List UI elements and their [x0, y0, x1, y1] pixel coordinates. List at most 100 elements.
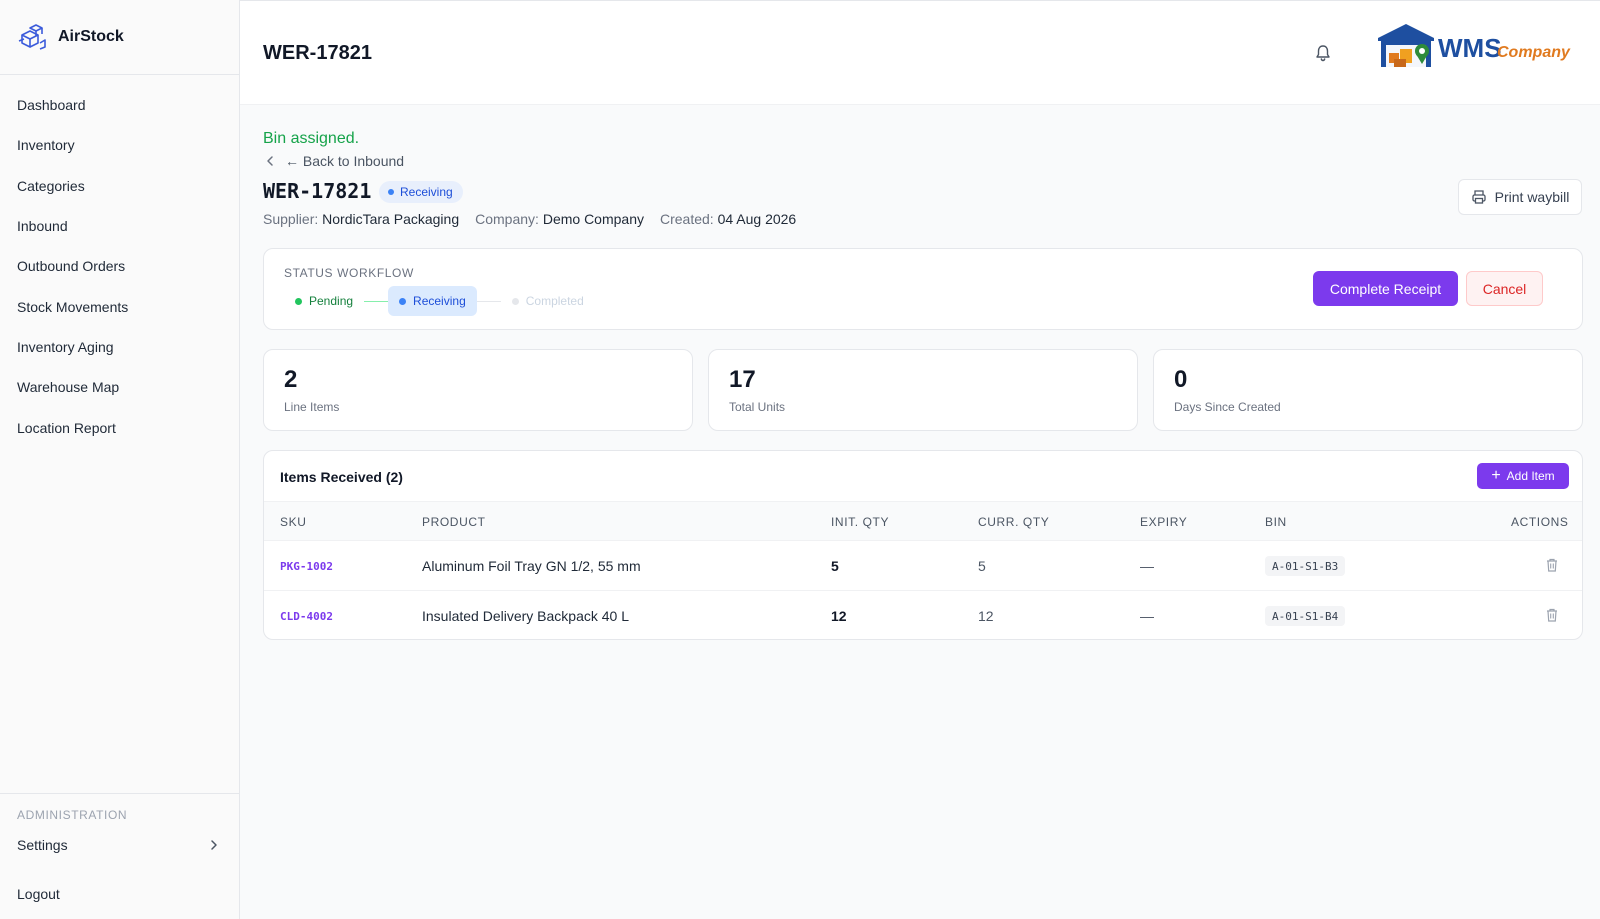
- column-header-init-qty: INIT. QTY: [831, 515, 890, 529]
- chevron-right-icon: [211, 840, 217, 850]
- page-title: WER-17821: [263, 42, 372, 64]
- init-qty: 12: [831, 608, 847, 624]
- company-logo: WMS Company: [1376, 21, 1576, 71]
- logo-wms-text: WMS: [1438, 33, 1502, 63]
- column-header-sku: SKU: [280, 515, 307, 529]
- column-header-bin: BIN: [1265, 515, 1287, 529]
- sidebar-item-inventory[interactable]: Inventory: [0, 125, 239, 165]
- created-label: Created:: [659, 211, 714, 227]
- status-workflow-card: STATUS WORKFLOW Pending Receiving Comple…: [263, 248, 1583, 330]
- plus-icon: +: [1491, 467, 1501, 484]
- sidebar-item-inbound[interactable]: Inbound: [0, 206, 239, 246]
- workflow-connector: [476, 300, 501, 302]
- stat-value: 0: [1174, 366, 1188, 393]
- items-received-card: Items Received (2) + Add Item SKU PRODUC…: [263, 450, 1583, 640]
- admin-label: ADMINISTRATION: [17, 808, 128, 822]
- step-label: Pending: [309, 294, 354, 308]
- complete-receipt-button[interactable]: Complete Receipt: [1313, 271, 1458, 306]
- step-label: Receiving: [413, 294, 466, 308]
- stat-value: 17: [729, 366, 756, 393]
- curr-qty: 12: [978, 608, 994, 624]
- step-dot: [295, 297, 302, 305]
- bell-icon[interactable]: [1313, 43, 1333, 63]
- bin-chip: A-01-S1-B3: [1265, 556, 1346, 576]
- company-label: Company:: [475, 211, 539, 227]
- product-name: Insulated Delivery Backpack 40 L: [422, 608, 629, 624]
- sidebar-item-warehouse-map[interactable]: Warehouse Map: [0, 367, 239, 407]
- created-value: 04 Aug 2026: [717, 211, 797, 227]
- admin-section: ADMINISTRATION Settings Logout: [0, 793, 240, 919]
- trash-icon[interactable]: [1544, 607, 1560, 623]
- settings-label: Settings: [17, 837, 68, 853]
- back-to-inbound-link[interactable]: ← Back to Inbound: [263, 153, 404, 169]
- sidebar: AirStock Dashboard Inventory Categories …: [0, 0, 240, 919]
- sku-link[interactable]: CLD-4002: [280, 610, 333, 623]
- warehouse-logo-icon: WMS Company: [1378, 24, 1571, 67]
- column-header-product: PRODUCT: [422, 515, 486, 529]
- expiry: —: [1140, 558, 1154, 574]
- table-row: CLD-4002 Insulated Delivery Backpack 40 …: [264, 591, 1582, 639]
- curr-qty: 5: [978, 558, 986, 574]
- document-id: WER-17821: [263, 179, 372, 203]
- brand[interactable]: AirStock: [0, 0, 239, 75]
- sidebar-item-settings[interactable]: Settings: [17, 834, 220, 856]
- document-meta: Supplier: NordicTara Packaging Company: …: [263, 211, 796, 227]
- sku-link[interactable]: PKG-1002: [280, 560, 333, 573]
- column-header-curr-qty: CURR. QTY: [978, 515, 1050, 529]
- sidebar-item-location-report[interactable]: Location Report: [0, 407, 239, 447]
- company-meta: Company: Demo Company: [475, 211, 644, 227]
- stat-label: Days Since Created: [1174, 400, 1281, 414]
- flash-message: Bin assigned.: [263, 130, 360, 147]
- step-label: Completed: [525, 294, 584, 308]
- stat-card-total-units: 17 Total Units: [708, 349, 1138, 431]
- stat-value: 2: [284, 366, 298, 393]
- step-dot: [399, 297, 407, 305]
- stat-label: Line Items: [284, 400, 340, 414]
- stat-card-days-since-created: 0 Days Since Created: [1153, 349, 1583, 431]
- print-waybill-button[interactable]: Print waybill: [1458, 179, 1582, 215]
- expiry: —: [1140, 608, 1154, 624]
- status-dot: [388, 189, 394, 195]
- add-item-button[interactable]: + Add Item: [1477, 463, 1569, 489]
- supplier-value: NordicTara Packaging: [322, 211, 460, 227]
- stat-label: Total Units: [729, 400, 786, 414]
- trash-icon[interactable]: [1544, 557, 1560, 573]
- sidebar-item-inventory-aging[interactable]: Inventory Aging: [0, 327, 239, 367]
- printer-icon: [1471, 190, 1486, 204]
- workflow-connector: [364, 300, 389, 302]
- stat-card-line-items: 2 Line Items: [263, 349, 693, 431]
- add-item-label: Add Item: [1506, 469, 1555, 483]
- step-dot: [511, 297, 519, 305]
- items-title: Items Received (2): [280, 469, 403, 485]
- column-header-actions: ACTIONS: [1511, 515, 1569, 529]
- logout-button[interactable]: Logout: [17, 886, 60, 902]
- sidebar-nav: Dashboard Inventory Categories Inbound O…: [0, 75, 239, 448]
- sidebar-item-dashboard[interactable]: Dashboard: [0, 85, 239, 125]
- workflow-step-pending: Pending: [284, 286, 364, 316]
- chevron-left-icon: [267, 156, 273, 166]
- workflow-steps: Pending Receiving Completed: [284, 286, 595, 316]
- sidebar-item-outbound-orders[interactable]: Outbound Orders: [0, 246, 239, 286]
- supplier-label: Supplier:: [263, 211, 319, 227]
- workflow-label: STATUS WORKFLOW: [284, 266, 414, 280]
- print-waybill-label: Print waybill: [1494, 189, 1570, 205]
- back-label: ← Back to Inbound: [285, 153, 405, 169]
- sidebar-item-stock-movements[interactable]: Stock Movements: [0, 286, 239, 326]
- top-header: WER-17821 WMS Company: [240, 0, 1600, 105]
- table-row: PKG-1002 Aluminum Foil Tray GN 1/2, 55 m…: [264, 541, 1582, 591]
- status-badge-label: Receiving: [400, 185, 453, 199]
- created-meta: Created: 04 Aug 2026: [660, 211, 796, 227]
- workflow-step-completed: Completed: [501, 286, 595, 316]
- company-value: Demo Company: [542, 211, 644, 227]
- table-header: SKU PRODUCT INIT. QTY CURR. QTY EXPIRY B…: [264, 501, 1582, 541]
- workflow-step-receiving: Receiving: [388, 286, 477, 316]
- init-qty: 5: [831, 558, 839, 574]
- bin-chip: A-01-S1-B4: [1265, 606, 1346, 626]
- supplier-meta: Supplier: NordicTara Packaging: [263, 211, 459, 227]
- app-name: AirStock: [58, 28, 124, 45]
- sidebar-item-categories[interactable]: Categories: [0, 166, 239, 206]
- logo-company-text: Company: [1497, 44, 1571, 61]
- status-badge: Receiving: [379, 181, 463, 203]
- cancel-button[interactable]: Cancel: [1466, 271, 1543, 306]
- warehouse-boxes-icon: [18, 24, 46, 50]
